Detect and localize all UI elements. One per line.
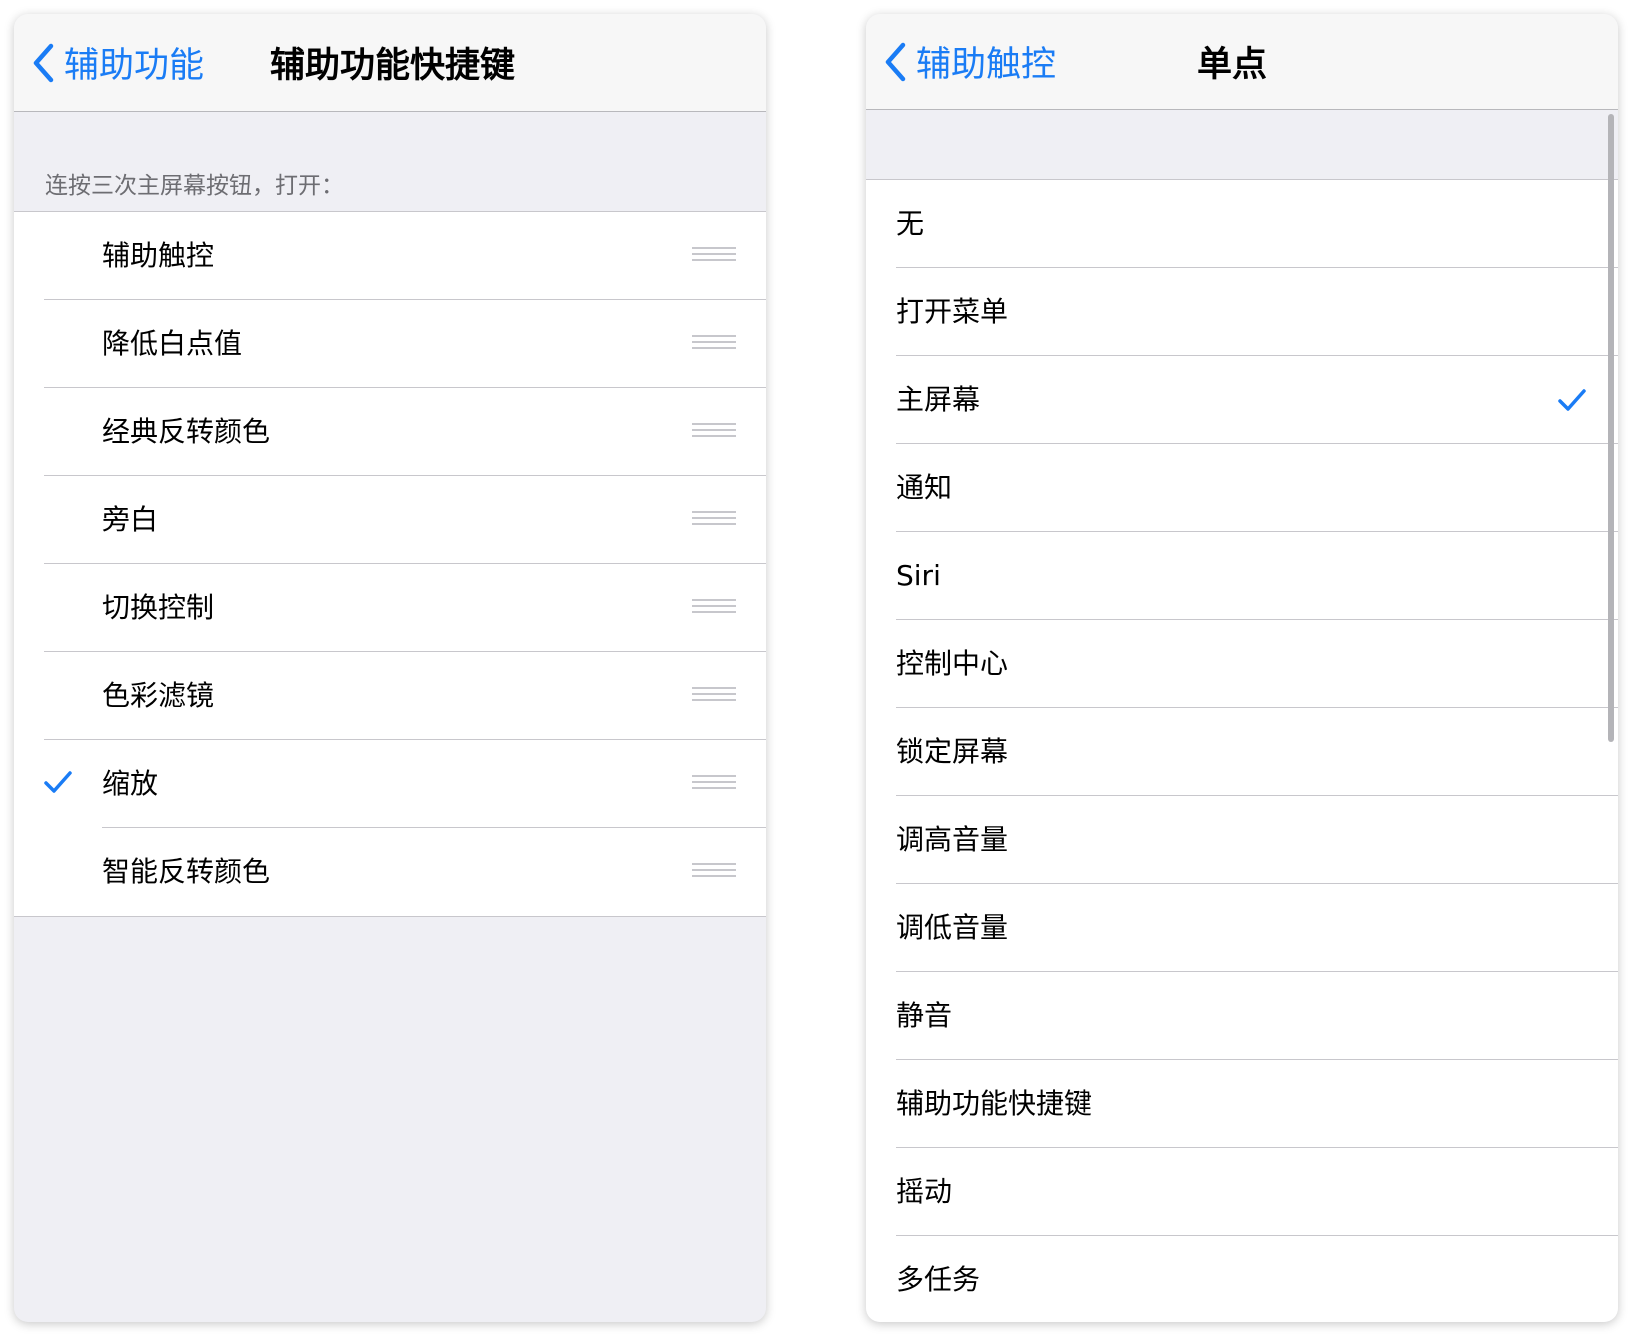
list-item-siri[interactable]: Siri: [866, 532, 1618, 620]
list-item-voiceover[interactable]: 旁白: [14, 476, 766, 564]
scrollbar[interactable]: [1608, 114, 1614, 742]
list-item-shake[interactable]: 摇动: [866, 1148, 1618, 1236]
list-item-smart-invert[interactable]: 智能反转颜色: [14, 828, 766, 916]
list-item-label: 经典反转颜色: [102, 415, 271, 448]
chevron-left-icon: [33, 43, 54, 82]
list-item-label: 调低音量: [896, 911, 1009, 944]
list-item-label: 降低白点值: [102, 327, 243, 360]
list-item-control-center[interactable]: 控制中心: [866, 620, 1618, 708]
reorder-handle-icon[interactable]: [692, 599, 736, 617]
list-item-volume-up[interactable]: 调高音量: [866, 796, 1618, 884]
action-options-list: 无 打开菜单 主屏幕 通知 Siri 控制中心 锁定屏幕 调高音量 调低音量 静…: [866, 179, 1618, 1322]
list-item-label: 打开菜单: [896, 295, 1009, 328]
list-item-label: 无: [896, 207, 925, 240]
list-item-notifications[interactable]: 通知: [866, 444, 1618, 532]
list-item-label: 摇动: [896, 1175, 953, 1208]
list-item-label: 调高音量: [896, 823, 1009, 856]
navigation-bar: 辅助功能 辅助功能快捷键: [14, 14, 766, 112]
reorder-handle-icon[interactable]: [692, 687, 736, 705]
section-header: 连按三次主屏幕按钮，打开：: [45, 173, 344, 199]
reorder-handle-icon[interactable]: [692, 335, 736, 353]
list-item-label: 缩放: [102, 767, 159, 800]
list-item-label: 多任务: [896, 1263, 981, 1296]
page-title: 辅助功能快捷键: [270, 46, 516, 86]
reorder-handle-icon[interactable]: [692, 247, 736, 265]
reorder-handle-icon[interactable]: [692, 423, 736, 441]
list-item-label: 色彩滤镜: [102, 679, 215, 712]
list-item-lock-screen[interactable]: 锁定屏幕: [866, 708, 1618, 796]
accessibility-shortcut-screen: 辅助功能 辅助功能快捷键 连按三次主屏幕按钮，打开： 辅助触控 降低白点值 经典…: [14, 14, 766, 1322]
shortcut-options-list: 辅助触控 降低白点值 经典反转颜色 旁白 切换控制 色彩滤镜 缩放 智能反转颜色: [14, 211, 766, 917]
list-item-mute[interactable]: 静音: [866, 972, 1618, 1060]
navigation-bar: 辅助触控 单点: [866, 14, 1618, 110]
list-item-label: 锁定屏幕: [896, 735, 1009, 768]
list-item-color-filters[interactable]: 色彩滤镜: [14, 652, 766, 740]
list-item-label: 主屏幕: [896, 383, 981, 416]
single-tap-action-screen: 辅助触控 单点 无 打开菜单 主屏幕 通知 Siri 控制中心 锁定屏幕 调高音…: [866, 14, 1618, 1322]
checkmark-icon: [44, 771, 72, 793]
list-item-none[interactable]: 无: [866, 180, 1618, 268]
list-item-reduce-white-point[interactable]: 降低白点值: [14, 300, 766, 388]
list-item-home[interactable]: 主屏幕: [866, 356, 1618, 444]
list-item-label: 切换控制: [102, 591, 215, 624]
reorder-handle-icon[interactable]: [692, 511, 736, 529]
list-item-switch-control[interactable]: 切换控制: [14, 564, 766, 652]
list-item-assistive-touch[interactable]: 辅助触控: [14, 212, 766, 300]
list-item-label: 辅助触控: [102, 239, 215, 272]
list-item-zoom[interactable]: 缩放: [14, 740, 766, 828]
reorder-handle-icon[interactable]: [692, 775, 736, 793]
list-item-label: 旁白: [102, 503, 159, 536]
back-button-label: 辅助功能: [64, 46, 205, 86]
list-item-label: 控制中心: [896, 647, 1009, 680]
back-button[interactable]: 辅助功能: [32, 14, 204, 111]
list-item-volume-down[interactable]: 调低音量: [866, 884, 1618, 972]
list-item-label: 辅助功能快捷键: [896, 1087, 1093, 1120]
page-title: 单点: [1196, 45, 1267, 85]
list-item-label: 通知: [896, 471, 953, 504]
list-item-classic-invert[interactable]: 经典反转颜色: [14, 388, 766, 476]
list-item-label: 静音: [896, 999, 953, 1032]
list-item-label: Siri: [896, 559, 941, 592]
list-item-multitasking[interactable]: 多任务: [866, 1236, 1618, 1322]
list-item-accessibility-shortcut[interactable]: 辅助功能快捷键: [866, 1060, 1618, 1148]
list-item-open-menu[interactable]: 打开菜单: [866, 268, 1618, 356]
checkmark-icon: [1558, 389, 1586, 411]
reorder-handle-icon[interactable]: [692, 863, 736, 881]
list-item-label: 智能反转颜色: [102, 855, 271, 888]
